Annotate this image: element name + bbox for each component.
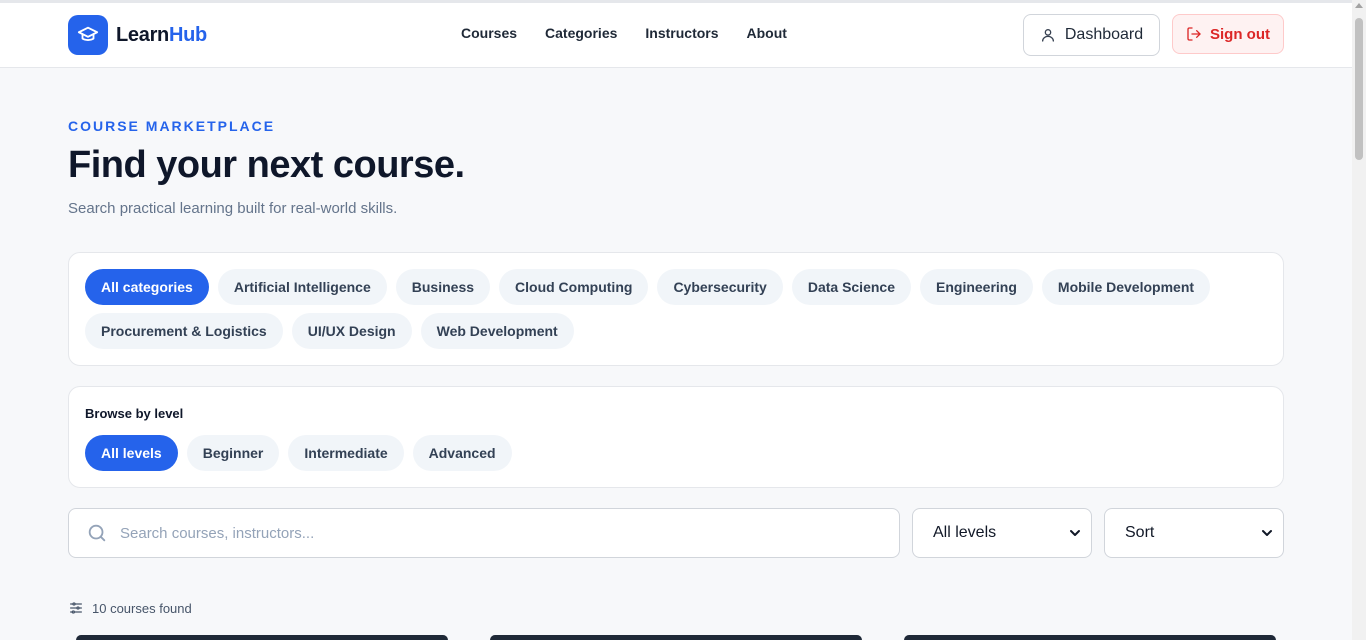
sort-select[interactable]: Sort: [1104, 508, 1284, 558]
scroll-up-arrow[interactable]: [1355, 3, 1363, 8]
level-filter-title: Browse by level: [85, 406, 184, 421]
nav-courses[interactable]: Courses: [461, 25, 517, 41]
category-pill-cloud[interactable]: Cloud Computing: [499, 269, 649, 305]
category-pill-cybersecurity[interactable]: Cybersecurity: [657, 269, 783, 305]
chevron-down-icon: [1262, 530, 1272, 536]
course-card-top[interactable]: [76, 635, 448, 640]
category-pill-engineering[interactable]: Engineering: [920, 269, 1033, 305]
category-pill-business[interactable]: Business: [395, 269, 491, 305]
nav-categories[interactable]: Categories: [545, 25, 617, 41]
main-nav: Courses Categories Instructors About: [461, 25, 787, 41]
page-subtitle: Search practical learning built for real…: [68, 200, 398, 217]
search-icon: [88, 524, 106, 542]
category-pill-ai[interactable]: Artificial Intelligence: [217, 269, 387, 305]
category-pill-all[interactable]: All categories: [85, 269, 209, 305]
category-filter-panel: All categories Artificial Intelligence B…: [68, 252, 1284, 366]
logo[interactable]: LearnHub: [68, 15, 207, 55]
level-pill-advanced[interactable]: Advanced: [412, 435, 512, 471]
page-scrollbar[interactable]: [1352, 0, 1366, 640]
category-pill-web[interactable]: Web Development: [420, 313, 574, 349]
sign-out-button[interactable]: Sign out: [1172, 14, 1284, 54]
category-pill-mobile[interactable]: Mobile Development: [1041, 269, 1211, 305]
sign-out-icon: [1187, 27, 1201, 41]
level-select[interactable]: All levels: [912, 508, 1092, 558]
site-header: LearnHub Courses Categories Instructors …: [0, 3, 1352, 68]
level-select-value: All levels: [933, 524, 997, 541]
category-pill-uiux[interactable]: UI/UX Design: [291, 313, 412, 349]
category-pill-data-science[interactable]: Data Science: [791, 269, 911, 305]
level-pill-beginner[interactable]: Beginner: [186, 435, 280, 471]
level-filter-panel: Browse by level All levels Beginner Inte…: [68, 386, 1284, 488]
dashboard-label: Dashboard: [1064, 26, 1144, 43]
course-card-top[interactable]: [904, 635, 1276, 640]
page-title: Find your next course.: [68, 144, 465, 186]
level-pill-all[interactable]: All levels: [85, 435, 178, 471]
category-row-1: All categories Artificial Intelligence B…: [85, 269, 1211, 305]
sign-out-label: Sign out: [1210, 25, 1270, 43]
category-pill-procurement[interactable]: Procurement & Logistics: [85, 313, 283, 349]
level-pill-intermediate[interactable]: Intermediate: [288, 435, 404, 471]
search-field[interactable]: [68, 508, 900, 558]
results-summary: 10 courses found: [68, 600, 192, 616]
sliders-icon: [70, 602, 82, 614]
nav-instructors[interactable]: Instructors: [645, 25, 718, 41]
category-row-2: Procurement & Logistics UI/UX Design Web…: [85, 313, 574, 349]
section-eyebrow: COURSE MARKETPLACE: [68, 118, 276, 134]
user-icon: [1041, 29, 1054, 42]
brand-name: LearnHub: [116, 23, 207, 46]
search-input[interactable]: [120, 524, 880, 542]
results-count: 10 courses found: [92, 600, 192, 616]
sort-select-value: Sort: [1125, 524, 1155, 541]
dashboard-button[interactable]: Dashboard: [1023, 14, 1160, 56]
graduation-cap-icon: [68, 15, 108, 55]
level-pills: All levels Beginner Intermediate Advance…: [85, 435, 512, 471]
scrollbar-thumb[interactable]: [1355, 18, 1363, 160]
chevron-down-icon: [1070, 530, 1080, 536]
nav-about[interactable]: About: [747, 25, 787, 41]
course-card-top[interactable]: [490, 635, 862, 640]
